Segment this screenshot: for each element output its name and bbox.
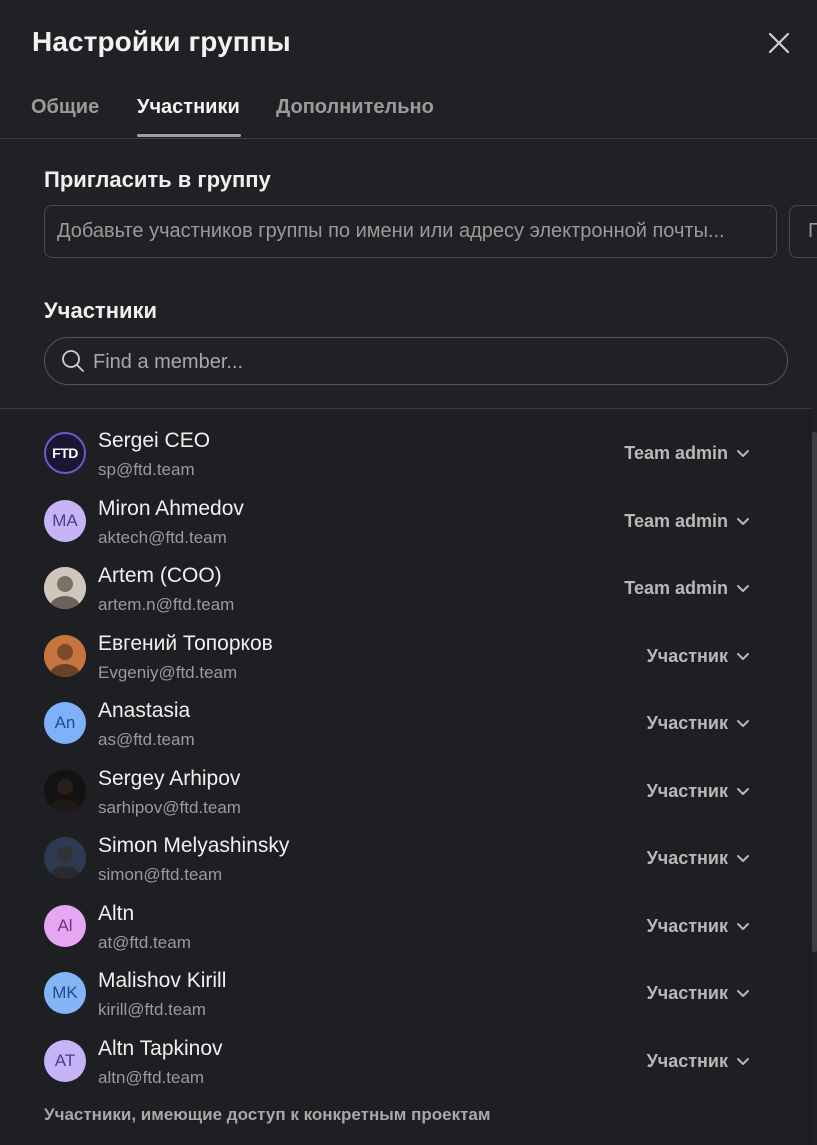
search-placeholder: Find a member... <box>93 351 244 373</box>
members-section-title: Участники <box>44 298 158 323</box>
member-row: Artem (COO) artem.n@ftd.team Team admin <box>0 548 812 614</box>
close-icon[interactable] <box>764 28 794 58</box>
chevron-down-icon <box>728 578 750 599</box>
member-name: Simon Melyashinsky <box>98 834 290 857</box>
chevron-down-icon <box>728 781 750 802</box>
member-email: kirill@ftd.team <box>98 1000 206 1019</box>
member-row: Евгений Топорков Evgeniy@ftd.team Участник <box>0 616 812 682</box>
role-label: Участник <box>646 915 728 936</box>
member-name: Anastasia <box>98 699 191 722</box>
member-email: sp@ftd.team <box>98 460 195 479</box>
role-label: Участник <box>646 983 728 1003</box>
role-label: Team admin <box>624 443 728 463</box>
search-icon <box>61 349 85 373</box>
avatar: Al <box>44 904 86 947</box>
avatar: MA <box>44 499 86 542</box>
member-email: as@ftd.team <box>98 730 195 749</box>
header-divider <box>0 138 817 139</box>
chevron-down-icon <box>728 1051 750 1072</box>
role-label: Участник <box>646 1050 728 1071</box>
dialog-title: Настройки группы <box>32 26 291 57</box>
role-label: Участник <box>646 848 728 868</box>
role-dropdown[interactable]: Участник <box>647 916 750 937</box>
avatar <box>44 634 86 677</box>
member-email: Evgeniy@ftd.team <box>98 662 238 682</box>
chevron-down-icon <box>728 443 750 464</box>
member-row: FTD Sergei CEO sp@ftd.team Team admin <box>0 413 812 479</box>
role-dropdown[interactable]: Участник <box>647 983 750 1004</box>
role-label: Team admin <box>624 578 728 598</box>
avatar: An <box>44 702 86 744</box>
avatar <box>44 837 86 879</box>
member-email: simon@ftd.team <box>98 865 223 884</box>
member-name: Евгений Топорков <box>98 631 273 655</box>
chevron-down-icon <box>728 916 750 937</box>
scrollbar[interactable] <box>812 432 817 952</box>
member-name: Miron Ahmedov <box>98 496 244 520</box>
member-row: AT Altn Tapkinov altn@ftd.team Участник <box>0 1021 812 1087</box>
member-name: Artem (COO) <box>98 564 222 587</box>
invite-input[interactable]: Добавьте участников группы по имени или … <box>44 205 777 258</box>
avatar: FTD <box>44 432 86 474</box>
chevron-down-icon <box>728 646 750 667</box>
member-row: Al Altn at@ftd.team Участник <box>0 886 812 952</box>
member-row: MA Miron Ahmedov aktech@ftd.team Team admin <box>0 481 812 547</box>
role-dropdown[interactable]: Team admin <box>624 443 750 464</box>
member-name: Malishov Kirill <box>98 969 227 992</box>
role-dropdown[interactable]: Участник <box>647 646 750 667</box>
tab-advanced[interactable]: Дополнительно <box>276 96 434 119</box>
member-row: An Anastasia as@ftd.team Участник <box>0 683 812 749</box>
member-row: Simon Melyashinsky simon@ftd.team Участник <box>0 818 812 884</box>
invite-button[interactable]: П <box>789 205 817 258</box>
member-email: aktech@ftd.team <box>98 527 227 547</box>
tab-bar: Общие Участники Дополнительно <box>0 90 817 138</box>
tab-general[interactable]: Общие <box>31 96 99 119</box>
member-email: altn@ftd.team <box>98 1067 205 1087</box>
chevron-down-icon <box>728 713 750 734</box>
project-access-note: Участники, имеющие доступ к конкретным п… <box>44 1105 491 1124</box>
role-label: Участник <box>646 780 728 801</box>
member-name: Altn Tapkinov <box>98 1036 223 1060</box>
member-list: FTD Sergei CEO sp@ftd.team Team admin MA Miro… <box>0 408 812 1145</box>
avatar: MK <box>44 972 86 1014</box>
role-dropdown[interactable]: Участник <box>647 1051 750 1072</box>
member-row: Sergey Arhipov sarhipov@ftd.team Участник <box>0 751 812 817</box>
dialog-header: Настройки группы Общие Участники Дополни… <box>0 0 817 139</box>
member-name: Sergey Arhipov <box>98 766 241 790</box>
member-row: MK Malishov Kirill kirill@ftd.team Участник <box>0 953 812 1019</box>
role-dropdown[interactable]: Участник <box>647 848 750 869</box>
avatar: AT <box>44 1039 86 1082</box>
member-name: Sergei CEO <box>98 429 211 452</box>
member-name: Altn <box>98 901 135 925</box>
chevron-down-icon <box>728 983 750 1004</box>
avatar <box>44 567 86 609</box>
avatar <box>44 769 86 812</box>
member-email: sarhipov@ftd.team <box>98 797 241 817</box>
role-label: Участник <box>646 713 728 733</box>
role-dropdown[interactable]: Team admin <box>624 511 750 532</box>
role-label: Team admin <box>624 510 728 531</box>
invite-section-title: Пригласить в группу <box>44 167 271 192</box>
chevron-down-icon <box>728 848 750 869</box>
role-dropdown[interactable]: Участник <box>647 713 750 734</box>
chevron-down-icon <box>728 511 750 532</box>
member-email: artem.n@ftd.team <box>98 595 235 614</box>
role-label: Участник <box>646 645 728 666</box>
member-email: at@ftd.team <box>98 932 191 952</box>
role-dropdown[interactable]: Team admin <box>624 578 750 599</box>
member-search-input[interactable]: Find a member... <box>44 337 788 385</box>
role-dropdown[interactable]: Участник <box>647 781 750 802</box>
tab-members[interactable]: Участники <box>137 96 240 119</box>
active-tab-indicator <box>137 134 241 137</box>
